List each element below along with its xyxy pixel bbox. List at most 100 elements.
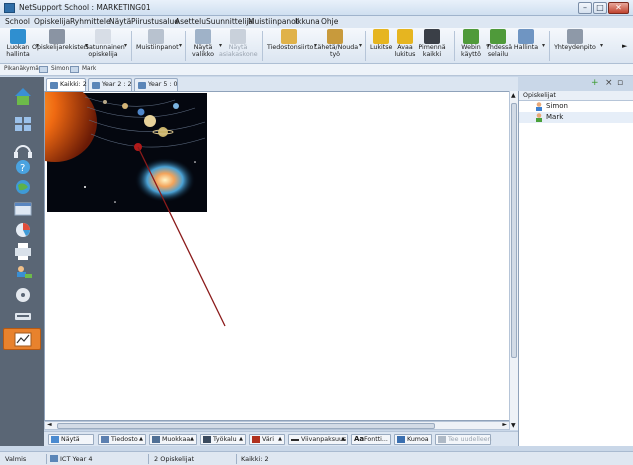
file-icon — [101, 436, 109, 443]
line-width-menu-button[interactable]: Viivanpaksuus ▲ — [288, 434, 348, 445]
communicate-button[interactable]: Yhteydenpito ▾ — [553, 28, 603, 64]
menu-suunnittelija[interactable]: Suunnittelija — [206, 17, 253, 26]
quick-view-mark[interactable]: Mark — [82, 66, 96, 72]
register-button[interactable]: Opiskelijarekisteri ▾ — [32, 28, 88, 64]
view-client-button[interactable]: Näytä asiakaskone — [219, 28, 258, 64]
menu-ryhmittele[interactable]: Ryhmittele — [70, 17, 111, 26]
scroll-right-icon[interactable]: ► — [502, 421, 507, 428]
classroom-button[interactable]: Luokan hallinta ▾ — [3, 28, 39, 64]
menu-piirustusalue[interactable]: Piirustusalue — [131, 17, 179, 26]
chevron-down-icon[interactable]: ▾ — [179, 42, 182, 49]
tab-kaikki[interactable]: Kaikki: 2 — [46, 78, 87, 92]
scroll-left-icon[interactable]: ◄ — [47, 421, 52, 428]
manage-button[interactable]: Hallinta ▾ — [513, 28, 545, 64]
group-icon — [138, 82, 146, 89]
student-thumbnail-icon[interactable] — [70, 66, 79, 73]
blank-screen-label: Pimennä kaikki — [418, 44, 446, 58]
chevron-up-icon: ▲ — [278, 436, 282, 442]
audio-icon[interactable] — [14, 145, 32, 158]
unlock-button[interactable]: Avaa lukitus — [394, 28, 416, 64]
group-menu-icon[interactable]: ▫ — [617, 77, 623, 89]
menu-nayta[interactable]: Näytä — [109, 17, 131, 26]
window-icon[interactable] — [14, 202, 32, 216]
chevron-up-icon: ▲ — [190, 436, 194, 442]
notes-button[interactable]: Muistiinpanot ▾ — [136, 28, 182, 64]
whiteboard-toolbar: Näytä Tiedosto ▲ Muokkaa ▲ Työkalu ▲ Vär… — [44, 431, 518, 446]
maximize-button[interactable]: □ — [593, 2, 607, 14]
student-icon — [536, 113, 542, 122]
scroll-down-icon[interactable]: ▼ — [511, 422, 516, 429]
show-label: Näytä — [61, 436, 80, 443]
quick-view-simon[interactable]: Simon — [51, 66, 69, 72]
undo-button[interactable]: Kumoa — [394, 434, 432, 445]
remove-group-icon[interactable]: × — [605, 77, 613, 89]
whiteboard-canvas[interactable] — [44, 91, 511, 421]
student-row-mark[interactable]: Mark — [519, 112, 633, 123]
add-group-icon[interactable]: + — [591, 77, 599, 89]
view-client-label: Näytä asiakaskone — [219, 44, 258, 58]
edit-icon — [152, 436, 160, 443]
tab-year-2[interactable]: Year 2 : 2 — [88, 78, 132, 91]
svg-text:?: ? — [20, 163, 25, 174]
home-icon[interactable] — [15, 88, 31, 105]
undo-label: Kumoa — [407, 436, 429, 443]
survey-icon[interactable] — [16, 223, 30, 237]
chevron-up-icon: ▲ — [239, 436, 243, 442]
redo-button[interactable]: Tee uudelleen — [435, 434, 492, 445]
random-student-button[interactable]: Satunnainen opiskelija ▾ — [85, 28, 127, 64]
edit-menu-button[interactable]: Muokkaa ▲ — [149, 434, 197, 445]
color-menu-button[interactable]: Väri ▲ — [249, 434, 285, 445]
redo-icon — [438, 436, 446, 443]
scroll-thumb[interactable] — [57, 423, 435, 429]
co-browse-button[interactable]: Yhdessä selailu — [486, 28, 512, 64]
media-icon[interactable] — [16, 288, 30, 302]
chevron-down-icon[interactable]: ▾ — [359, 42, 362, 49]
tab-year-5[interactable]: Year 5 : 0 — [134, 78, 178, 91]
chevron-down-icon[interactable]: ▾ — [542, 42, 545, 49]
menu-asettelu[interactable]: Asettelu — [175, 17, 206, 26]
menu-muistiinpanot[interactable]: Muistiinpanot — [248, 17, 299, 26]
menu-school[interactable]: School — [5, 17, 30, 26]
chevron-down-icon[interactable]: ▾ — [124, 42, 127, 49]
solar-system-image[interactable] — [45, 92, 207, 212]
file-transfer-button[interactable]: Tiedostonsiirto ▾ — [267, 28, 317, 64]
app-icon — [4, 3, 15, 13]
chevron-down-icon[interactable]: ▾ — [600, 42, 603, 49]
student-row-simon[interactable]: Simon — [519, 101, 633, 112]
vertical-scrollbar[interactable]: ▲ ▼ — [509, 91, 518, 430]
menu-ikkuna[interactable]: Ikkuna — [295, 17, 320, 26]
menu-ohje[interactable]: Ohje — [321, 17, 338, 26]
lock-button[interactable]: Lukitse — [370, 28, 392, 64]
notes-label: Muistiinpanot — [136, 44, 179, 51]
close-button[interactable]: ✕ — [608, 2, 629, 14]
tool-menu-button[interactable]: Työkalu ▲ — [200, 434, 246, 445]
font-button[interactable]: Aa Fontti... — [351, 434, 391, 445]
question-icon[interactable]: ? — [16, 160, 30, 174]
blank-screen-button[interactable]: Pimennä kaikki — [418, 28, 446, 64]
toolbar-more-icon[interactable]: ► — [622, 42, 627, 50]
classroom-icon — [10, 29, 26, 44]
show-menu-button[interactable]: Näytä valikko ▾ — [190, 28, 222, 64]
send-collect-icon — [327, 29, 343, 44]
web-icon[interactable] — [16, 180, 30, 194]
quick-view-label: Pikanäkymä: — [4, 66, 41, 72]
web-access-button[interactable]: Webin käyttö ▾ — [458, 28, 490, 64]
send-collect-button[interactable]: Lähetä/Nouda työ ▾ — [314, 28, 362, 64]
minimize-button[interactable]: – — [578, 2, 592, 14]
menu-opiskelija[interactable]: Opiskelija — [34, 17, 70, 26]
toolbar-divider — [262, 31, 263, 61]
student-list-icon[interactable] — [17, 266, 32, 278]
show-button[interactable]: Näytä — [48, 434, 94, 445]
whiteboard-button[interactable] — [3, 328, 41, 350]
web-access-icon — [463, 29, 479, 44]
scroll-thumb[interactable] — [511, 103, 517, 358]
thumbnails-icon[interactable] — [15, 117, 31, 131]
show-menu-label: Näytä valikko — [191, 44, 214, 58]
scroll-up-icon[interactable]: ▲ — [511, 92, 516, 99]
devices-icon[interactable] — [15, 313, 31, 320]
print-icon[interactable] — [15, 243, 31, 260]
student-thumbnail-icon[interactable] — [39, 66, 48, 73]
horizontal-scrollbar[interactable]: ◄ ► — [44, 421, 511, 430]
file-menu-button[interactable]: Tiedosto ▲ — [98, 434, 146, 445]
status-divider — [148, 454, 149, 464]
